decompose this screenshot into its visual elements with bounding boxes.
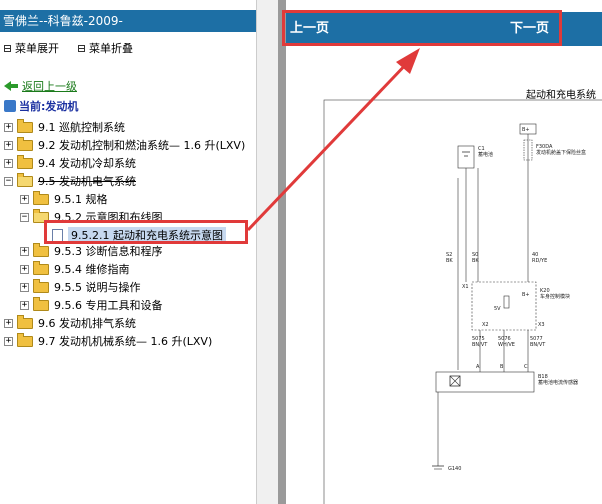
tree-item-cruise[interactable]: + 9.1 巡航控制系统 — [4, 118, 125, 136]
left-nav-panel: 雪佛兰--科鲁兹-2009- 菜单展开 菜单折叠 返回上一级 当前:发动机 + … — [0, 0, 256, 504]
label-wire-5077-color: BN/VT — [530, 342, 546, 348]
label-x1: X1 — [462, 284, 469, 290]
label-wire-5076-color: WH/VE — [498, 342, 515, 348]
tree-item-label: 9.5.4 维修指南 — [54, 263, 130, 276]
expand-toggle-icon[interactable]: + — [20, 282, 29, 292]
tree-item-label: 9.6 发动机排气系统 — [38, 317, 136, 330]
label-x2: X2 — [482, 322, 489, 328]
back-up-link[interactable]: 返回上一级 — [4, 78, 77, 94]
folder-icon — [17, 154, 33, 169]
expand-toggle-icon[interactable]: + — [4, 140, 13, 150]
label-c1-desc: 蓄电池 — [478, 151, 493, 158]
menu-collapse-button[interactable]: 菜单折叠 — [78, 40, 133, 56]
expand-toggle-icon[interactable]: + — [4, 122, 13, 132]
tree-item-label: 9.2 发动机控制和燃油系统— 1.6 升(LXV) — [38, 139, 246, 152]
menu-ops: 菜单展开 菜单折叠 — [0, 38, 256, 56]
label-fuse-desc: 发动机舱盖下保险丝盒 — [536, 149, 586, 156]
label-bplus-module: B+ — [522, 292, 530, 298]
tree-item-label: 9.4 发动机冷却系统 — [38, 157, 136, 170]
highlight-box-selected-item — [44, 220, 248, 244]
panel-divider[interactable] — [256, 0, 528, 504]
expand-toggle-icon[interactable]: + — [20, 194, 29, 204]
tree-item-label: 9.1 巡航控制系统 — [38, 121, 125, 134]
tree-item-repair[interactable]: + 9.5.4 维修指南 — [20, 260, 130, 278]
expand-toggle-icon[interactable]: + — [4, 158, 13, 168]
tree-item-label: 9.5.5 说明与操作 — [54, 281, 141, 294]
folder-icon — [17, 136, 33, 151]
label-wire-s2-color: BK — [446, 258, 453, 264]
current-section-label: 当前:发动机 — [19, 100, 79, 113]
tree-item-label: 9.5 发动机电气系统 — [38, 175, 136, 188]
collapse-icon — [78, 44, 85, 52]
tree-item-label: 9.7 发动机机械系统— 1.6 升(LXV) — [38, 335, 213, 348]
tree-item-engine-control[interactable]: + 9.2 发动机控制和燃油系统— 1.6 升(LXV) — [4, 136, 245, 154]
menu-collapse-label: 菜单折叠 — [89, 42, 133, 55]
menu-expand-label: 菜单展开 — [15, 42, 59, 55]
diagram-frame — [323, 99, 602, 504]
folder-icon — [33, 278, 49, 293]
expand-toggle-icon[interactable]: + — [4, 318, 13, 328]
folder-icon — [17, 314, 33, 329]
expand-icon — [4, 44, 11, 52]
tree-item-label: 9.5.6 专用工具和设备 — [54, 299, 163, 312]
collapse-toggle-icon[interactable]: − — [4, 176, 13, 186]
label-pin-a: A — [476, 364, 480, 370]
tree-item-cooling[interactable]: + 9.4 发动机冷却系统 — [4, 154, 136, 172]
tree-item-electrical[interactable]: − 9.5 发动机电气系统 — [4, 172, 136, 190]
label-5v: 5V — [494, 306, 501, 312]
current-section-icon — [4, 100, 16, 112]
tree-item-diagnostics[interactable]: + 9.5.3 诊断信息和程序 — [20, 242, 163, 260]
content-panel: 上一页 下一页 起动和充电系统 C1 蓄电池 B+ F30DA 发动机舱盖下保险… — [286, 0, 602, 504]
folder-icon — [33, 242, 49, 257]
label-b18-desc: 蓄电池电流传感器 — [538, 379, 578, 386]
menu-expand-button[interactable]: 菜单展开 — [4, 40, 59, 56]
tree-item-specs[interactable]: + 9.5.1 规格 — [20, 190, 108, 208]
expand-toggle-icon[interactable]: + — [20, 264, 29, 274]
wiring-diagram: C1 蓄电池 B+ F30DA 发动机舱盖下保险丝盒 S2 BK S0 BK 4… — [323, 99, 602, 504]
expand-toggle-icon[interactable]: + — [20, 300, 29, 310]
tree-item-exhaust[interactable]: + 9.6 发动机排气系统 — [4, 314, 136, 332]
back-link-label: 返回上一级 — [22, 80, 77, 93]
folder-icon — [17, 332, 33, 347]
back-arrow-icon — [4, 80, 18, 92]
tree-item-engine-mechanical[interactable]: + 9.7 发动机机械系统— 1.6 升(LXV) — [4, 332, 212, 350]
tree-item-label: 9.5.1 规格 — [54, 193, 108, 206]
folder-open-icon — [17, 172, 33, 187]
folder-icon — [33, 296, 49, 311]
label-pin-c: C — [524, 364, 528, 370]
label-ground: G140 — [448, 466, 461, 472]
label-k20-desc: 车身控制模块 — [540, 293, 570, 300]
expand-toggle-icon[interactable]: + — [4, 336, 13, 346]
label-x3: X3 — [538, 322, 545, 328]
folder-icon — [17, 118, 33, 133]
battery-symbol — [457, 145, 475, 169]
sensor-b18 — [435, 371, 535, 393]
app-title: 雪佛兰--科鲁兹-2009- — [0, 10, 256, 32]
frame-border — [278, 0, 286, 504]
collapse-toggle-icon[interactable]: − — [20, 212, 29, 222]
folder-icon — [33, 190, 49, 205]
highlight-box-nav — [282, 10, 562, 46]
label-wire-5075-color: BN/VT — [472, 342, 488, 348]
tree-item-description[interactable]: + 9.5.5 说明与操作 — [20, 278, 141, 296]
folder-icon — [33, 260, 49, 275]
label-wire-s0-color: BK — [472, 258, 479, 264]
label-wire-40-color: RD/YE — [532, 258, 547, 264]
tree-item-tools[interactable]: + 9.5.6 专用工具和设备 — [20, 296, 163, 314]
label-bplus-top: B+ — [522, 127, 530, 133]
label-pin-b: B — [500, 364, 504, 370]
current-section: 当前:发动机 — [4, 98, 78, 114]
tree-item-label: 9.5.3 诊断信息和程序 — [54, 245, 163, 258]
expand-toggle-icon[interactable]: + — [20, 246, 29, 256]
